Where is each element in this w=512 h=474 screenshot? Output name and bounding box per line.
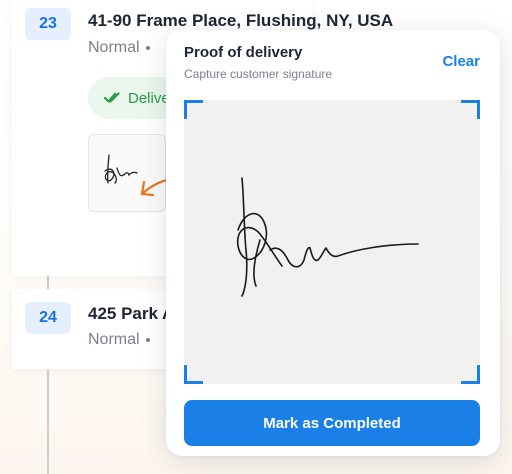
corner-bracket (184, 365, 203, 384)
signature-drawing (236, 177, 419, 297)
corner-bracket (461, 100, 480, 119)
stop-priority-label: Normal (88, 331, 140, 348)
clear-button[interactable]: Clear (442, 53, 480, 70)
stop-number-badge: 24 (25, 302, 71, 334)
separator-dot (145, 337, 150, 342)
corner-bracket (184, 100, 203, 119)
mark-completed-button[interactable]: Mark as Completed (184, 400, 480, 446)
proof-of-delivery-panel: Proof of delivery Capture customer signa… (166, 30, 500, 456)
stop-priority-label: Normal (88, 39, 140, 56)
stop-number-badge: 23 (25, 8, 71, 40)
double-check-icon (104, 91, 120, 105)
panel-subtitle: Capture customer signature (184, 67, 333, 81)
signature-canvas[interactable] (184, 100, 480, 384)
stop-address: 41-90 Frame Place, Flushing, NY, USA (88, 11, 394, 30)
corner-bracket (461, 365, 480, 384)
panel-title: Proof of delivery (184, 44, 303, 61)
stop-priority: Normal (88, 331, 156, 349)
stop-priority: Normal (88, 39, 156, 57)
separator-dot (145, 45, 150, 50)
